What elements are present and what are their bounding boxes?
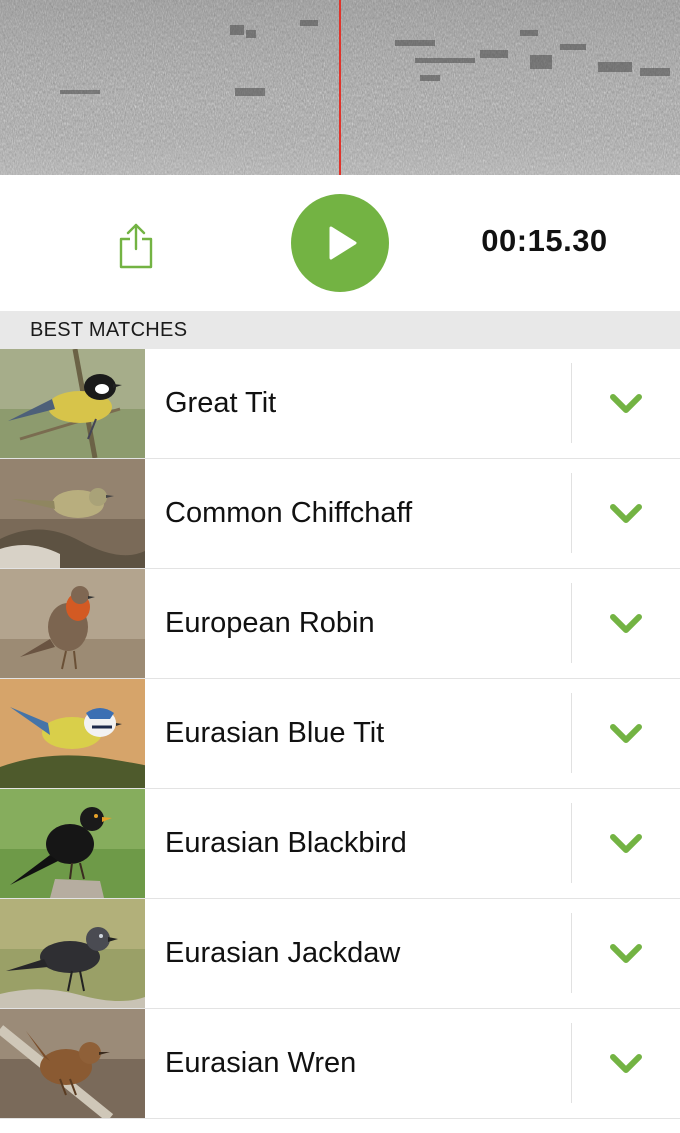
player-controls: 00:15.30	[0, 175, 680, 311]
bird-name: Eurasian Blue Tit	[165, 717, 385, 749]
bird-name: Great Tit	[165, 387, 277, 419]
match-row-eurasian-blue-tit[interactable]: Eurasian Blue Tit	[0, 679, 680, 789]
time-readout: 00:15.30	[481, 223, 608, 258]
bird-photo	[0, 459, 145, 568]
chevron-down-icon	[610, 943, 642, 963]
expand-button[interactable]	[572, 459, 680, 568]
section-header: BEST MATCHES	[0, 311, 680, 349]
expand-button[interactable]	[572, 789, 680, 898]
match-row-eurasian-jackdaw[interactable]: Eurasian Jackdaw	[0, 899, 680, 1009]
match-row-common-chiffchaff[interactable]: Common Chiffchaff	[0, 459, 680, 569]
matches-list: Great Tit Common Chiffchaff European Rob…	[0, 349, 680, 1119]
bird-name: Eurasian Jackdaw	[165, 937, 401, 969]
bird-photo	[0, 569, 145, 678]
spectrogram[interactable]	[0, 0, 680, 175]
match-row-european-robin[interactable]: European Robin	[0, 569, 680, 679]
bird-photo	[0, 1009, 145, 1118]
expand-button[interactable]	[572, 679, 680, 788]
chevron-down-icon	[610, 833, 642, 853]
bird-name: Eurasian Blackbird	[165, 827, 407, 859]
bird-photo	[0, 679, 145, 788]
bird-photo	[0, 349, 145, 458]
bird-name: European Robin	[165, 607, 375, 639]
chevron-down-icon	[610, 613, 642, 633]
chevron-down-icon	[610, 1053, 642, 1073]
playhead[interactable]	[339, 0, 341, 175]
share-icon	[119, 223, 153, 269]
match-row-eurasian-blackbird[interactable]: Eurasian Blackbird	[0, 789, 680, 899]
bird-photo	[0, 789, 145, 898]
expand-button[interactable]	[572, 349, 680, 458]
play-icon	[329, 226, 357, 260]
match-row-eurasian-wren[interactable]: Eurasian Wren	[0, 1009, 680, 1119]
chevron-down-icon	[610, 393, 642, 413]
bird-name: Common Chiffchaff	[165, 497, 413, 529]
expand-button[interactable]	[572, 569, 680, 678]
expand-button[interactable]	[572, 899, 680, 1008]
play-button[interactable]	[291, 194, 389, 292]
chevron-down-icon	[610, 503, 642, 523]
chevron-down-icon	[610, 723, 642, 743]
bird-photo	[0, 899, 145, 1008]
match-row-great-tit[interactable]: Great Tit	[0, 349, 680, 459]
expand-button[interactable]	[572, 1009, 680, 1118]
share-button[interactable]	[112, 217, 160, 273]
bird-name: Eurasian Wren	[165, 1047, 357, 1079]
